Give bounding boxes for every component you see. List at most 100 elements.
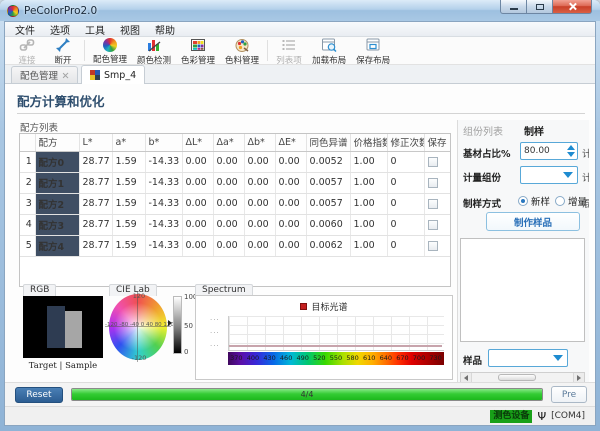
save-checkbox[interactable]	[428, 199, 438, 209]
component-dropdown[interactable]	[520, 166, 578, 184]
wavelength-axis: 370 400 430 460 490 520 550 580 610 640 …	[228, 352, 444, 365]
tab-rgb[interactable]: RGB	[23, 284, 56, 296]
save-checkbox[interactable]	[428, 220, 438, 230]
formula-name-cell[interactable]: 配方0	[35, 151, 79, 172]
arrow-right-icon	[577, 375, 581, 381]
table-row[interactable]: 2 配方1 28.77 1.59 -14.33 0.00 0.00 0.00 0…	[20, 172, 450, 193]
table-row[interactable]: 5 配方4 28.77 1.59 -14.33 0.00 0.00 0.00 0…	[20, 235, 450, 256]
x-tick: 520	[311, 352, 328, 365]
clipped-label: 混	[582, 196, 589, 210]
window-controls	[500, 0, 592, 14]
reset-button[interactable]: Reset	[15, 387, 63, 403]
toolbar-separator	[84, 40, 85, 61]
formula-name-cell[interactable]: 配方2	[35, 193, 79, 214]
col-da[interactable]: Δa*	[213, 134, 244, 151]
scroll-left-button[interactable]	[461, 373, 472, 382]
col-price-index[interactable]: 价格指数	[350, 134, 387, 151]
window-body: 文件 选项 工具 视图 帮助 连接 断开 配色管理	[4, 21, 596, 426]
close-button[interactable]	[553, 0, 592, 14]
tab-make-sample[interactable]: 制样	[524, 123, 544, 138]
tab-component-list[interactable]: 组份列表	[463, 123, 503, 138]
scroll-right-button[interactable]	[573, 373, 584, 382]
toolbar-load-layout-button[interactable]: 加载布局	[307, 37, 351, 64]
toolbar-connect-button[interactable]: 连接	[9, 37, 45, 64]
toolbar-color-manage-button[interactable]: 色彩管理	[176, 37, 220, 64]
toolbar: 连接 断开 配色管理 颜色检测	[5, 37, 595, 65]
toolbar-disconnect-button[interactable]: 断开	[45, 37, 81, 64]
horizontal-scrollbar[interactable]	[460, 372, 585, 382]
menu-help[interactable]: 帮助	[155, 22, 175, 37]
disconnect-icon	[55, 37, 71, 53]
menu-file[interactable]: 文件	[15, 22, 35, 37]
save-layout-icon	[365, 37, 381, 53]
legend-label: 目标光谱	[311, 300, 347, 313]
col-correction-count[interactable]: 修正次数	[387, 134, 424, 151]
table-row[interactable]: 1 配方0 28.77 1.59 -14.33 0.00 0.00 0.00 0…	[20, 151, 450, 172]
sample-panel: 组份列表 制样 基材占比% 80.00 计 计量组份 计 制样方式	[457, 120, 589, 382]
progress-text: 4/4	[72, 389, 542, 400]
formula-name-cell[interactable]: 配方1	[35, 172, 79, 193]
toolbar-colorant-manage-button[interactable]: 色料管理	[220, 37, 264, 64]
x-tick: 730	[427, 352, 444, 365]
tab-close-icon[interactable]	[62, 72, 69, 79]
chevron-down-icon	[563, 172, 573, 178]
col-formula[interactable]: 配方	[35, 134, 79, 151]
col-metamerism[interactable]: 同色异谱	[306, 134, 350, 151]
formula-name-cell[interactable]: 配方3	[35, 214, 79, 235]
tab-label: 配色管理	[20, 68, 58, 82]
menu-view[interactable]: 视图	[120, 22, 140, 37]
chevron-down-icon	[553, 355, 563, 361]
toolbar-match-manage-button[interactable]: 配色管理	[88, 37, 132, 64]
tab-color-match-manage[interactable]: 配色管理	[11, 66, 78, 83]
col-a[interactable]: a*	[112, 134, 145, 151]
cielab-axis-h-labels: -120 -80 -40 0 40 80 120	[105, 322, 173, 328]
rgb-compare-panel	[23, 296, 103, 358]
save-checkbox[interactable]	[428, 241, 438, 251]
x-tick: 430	[261, 352, 278, 365]
title-bar: PeColorPro2.0	[0, 0, 600, 21]
col-dL[interactable]: ΔL*	[182, 134, 213, 151]
cielab-axis-bottom-label: -120	[125, 354, 153, 362]
stepper-arrows[interactable]	[565, 145, 577, 157]
make-sample-button[interactable]: 制作样品	[486, 212, 580, 231]
x-tick: 550	[328, 352, 345, 365]
stepper-up-icon[interactable]	[567, 145, 575, 150]
col-save[interactable]: 保存	[424, 134, 450, 151]
scrollbar-thumb[interactable]	[498, 374, 536, 381]
formula-name-cell[interactable]: 配方4	[35, 235, 79, 256]
minimize-button[interactable]	[500, 0, 527, 14]
col-db[interactable]: Δb*	[244, 134, 275, 151]
table-row[interactable]: 3 配方2 28.77 1.59 -14.33 0.00 0.00 0.00 0…	[20, 193, 450, 214]
stepper-down-icon[interactable]	[567, 152, 575, 157]
spectrum-legend: 目标光谱	[196, 300, 452, 313]
sample-dropdown[interactable]	[488, 349, 568, 367]
table-row[interactable]: 4 配方3 28.77 1.59 -14.33 0.00 0.00 0.00 0…	[20, 214, 450, 235]
maximize-button[interactable]	[527, 0, 553, 14]
maximize-icon	[536, 4, 544, 10]
col-dE[interactable]: ΔE*	[275, 134, 306, 151]
main-content: 配方计算和优化 配方列表 配方 L* a* b* ΔL*	[5, 84, 595, 382]
table-header-row: 配方 L* a* b* ΔL* Δa* Δb* ΔE* 同色异谱 价格指数 修正…	[20, 134, 450, 151]
cielab-axis-top-label: 120	[127, 292, 151, 300]
tab-smp-4[interactable]: Smp_4	[81, 65, 145, 84]
toolbar-color-detect-button[interactable]: 颜色检测	[132, 37, 176, 64]
lightness-bar	[173, 296, 182, 354]
col-b[interactable]: b*	[145, 134, 182, 151]
device-status-badge: 测色设备	[490, 410, 532, 423]
toolbar-save-layout-button[interactable]: 保存布局	[351, 37, 395, 64]
spectrum-plot-area	[228, 316, 444, 351]
toolbar-list-item-button[interactable]: 列表项	[271, 37, 307, 64]
radio-new-sample[interactable]: 新样	[518, 194, 550, 208]
col-L[interactable]: L*	[79, 134, 112, 151]
menu-tools[interactable]: 工具	[85, 22, 105, 37]
sample-result-listbox[interactable]	[460, 238, 585, 342]
menu-bar: 文件 选项 工具 视图 帮助	[5, 22, 595, 37]
base-ratio-stepper[interactable]: 80.00	[520, 142, 578, 160]
menu-options[interactable]: 选项	[50, 22, 70, 37]
radio-label: 新样	[531, 194, 550, 208]
save-checkbox[interactable]	[428, 178, 438, 188]
pre-button[interactable]: Pre	[551, 386, 587, 403]
save-checkbox[interactable]	[428, 157, 438, 167]
formula-table: 配方 L* a* b* ΔL* Δa* Δb* ΔE* 同色异谱 价格指数 修正…	[20, 134, 451, 257]
list-icon	[281, 37, 297, 53]
